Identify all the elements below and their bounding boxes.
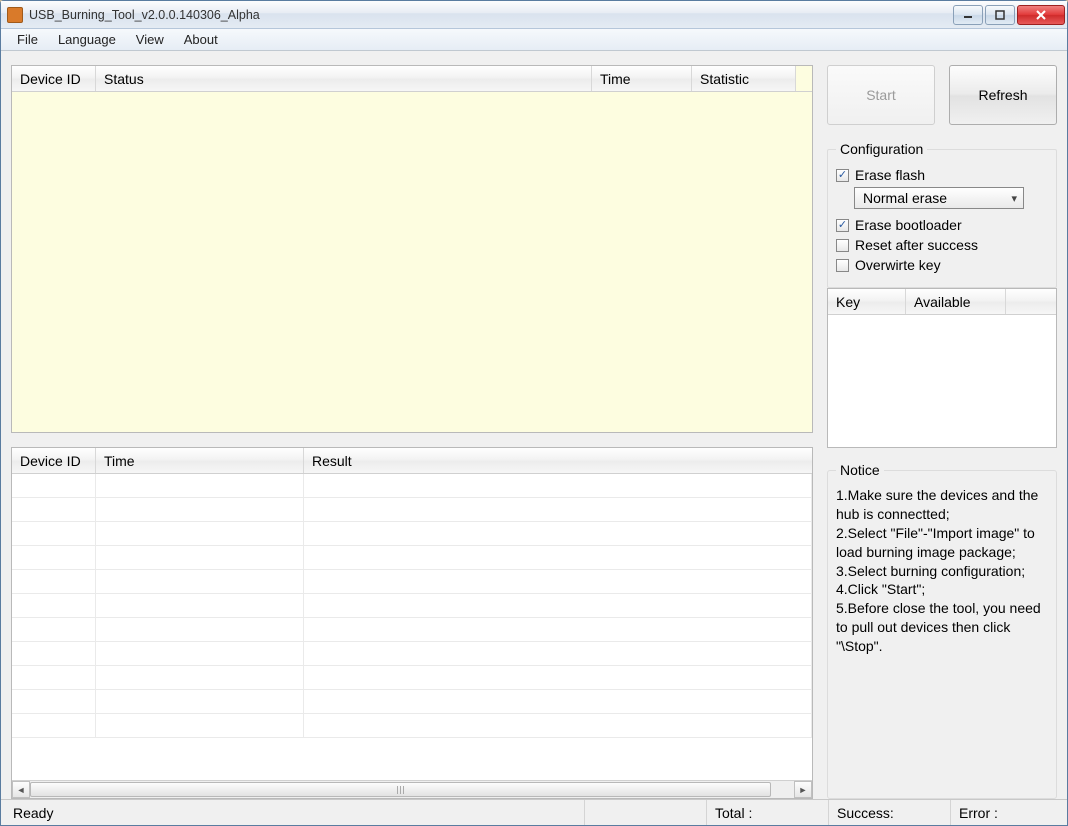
table-row [12, 714, 812, 738]
result-header: Device ID Time Result [12, 448, 812, 474]
key-table-header: Key Available [828, 289, 1056, 315]
erase-mode-combo[interactable]: Normal erase [854, 187, 1024, 209]
device-status-header: Device ID Status Time Statistic [12, 66, 812, 92]
statusbar: Ready Total : Success: Error : [1, 799, 1067, 825]
menu-file[interactable]: File [7, 30, 48, 49]
table-row [12, 546, 812, 570]
table-row [12, 690, 812, 714]
app-icon [7, 7, 23, 23]
table-row [12, 498, 812, 522]
device-status-table: Device ID Status Time Statistic [11, 65, 813, 433]
content-area: Device ID Status Time Statistic Device I… [1, 51, 1067, 799]
scroll-left-arrow-icon[interactable]: ◄ [12, 781, 30, 798]
notice-text: 1.Make sure the devices and the hub is c… [836, 486, 1048, 656]
status-total: Total : [707, 800, 829, 825]
col-key-spacer [1006, 289, 1056, 314]
notice-legend: Notice [836, 462, 884, 478]
menu-view[interactable]: View [126, 30, 174, 49]
scroll-thumb[interactable] [30, 782, 771, 797]
table-row [12, 642, 812, 666]
col-result-device-id[interactable]: Device ID [12, 448, 96, 473]
status-error: Error : [951, 800, 1063, 825]
maximize-icon [995, 10, 1005, 20]
overwrite-key-checkbox[interactable] [836, 259, 849, 272]
notice-group: Notice 1.Make sure the devices and the h… [827, 462, 1057, 799]
menu-about[interactable]: About [174, 30, 228, 49]
col-spacer [796, 66, 812, 91]
horizontal-scrollbar[interactable]: ◄ ► [12, 780, 812, 798]
col-time[interactable]: Time [592, 66, 692, 91]
minimize-icon [963, 10, 973, 20]
table-row [12, 666, 812, 690]
col-statistic[interactable]: Statistic [692, 66, 796, 91]
configuration-legend: Configuration [836, 141, 927, 157]
menubar: File Language View About [1, 29, 1067, 51]
table-row [12, 522, 812, 546]
col-result-time[interactable]: Time [96, 448, 304, 473]
col-result-result[interactable]: Result [304, 448, 812, 473]
reset-after-label: Reset after success [855, 237, 978, 253]
start-button[interactable]: Start [827, 65, 935, 125]
reset-after-checkbox[interactable] [836, 239, 849, 252]
erase-bootloader-label: Erase bootloader [855, 217, 962, 233]
close-button[interactable] [1017, 5, 1065, 25]
right-column: Start Refresh Configuration Erase flash … [827, 65, 1057, 799]
erase-bootloader-checkbox[interactable] [836, 219, 849, 232]
titlebar[interactable]: USB_Burning_Tool_v2.0.0.140306_Alpha [1, 1, 1067, 29]
col-available[interactable]: Available [906, 289, 1006, 314]
table-row [12, 594, 812, 618]
status-ready: Ready [5, 800, 585, 825]
key-table: Key Available [827, 288, 1057, 448]
erase-flash-label: Erase flash [855, 167, 925, 183]
overwrite-key-label: Overwirte key [855, 257, 941, 273]
result-table: Device ID Time Result [11, 447, 813, 799]
table-row [12, 474, 812, 498]
key-table-body[interactable] [828, 315, 1056, 447]
table-row [12, 618, 812, 642]
scroll-track[interactable] [30, 781, 794, 798]
col-device-id[interactable]: Device ID [12, 66, 96, 91]
status-success: Success: [829, 800, 951, 825]
window-title: USB_Burning_Tool_v2.0.0.140306_Alpha [29, 8, 953, 22]
configuration-group: Configuration Erase flash Normal erase E… [827, 141, 1057, 288]
scroll-right-arrow-icon[interactable]: ► [794, 781, 812, 798]
left-column: Device ID Status Time Statistic Device I… [11, 65, 813, 799]
app-window: USB_Burning_Tool_v2.0.0.140306_Alpha Fil… [0, 0, 1068, 826]
minimize-button[interactable] [953, 5, 983, 25]
col-status[interactable]: Status [96, 66, 592, 91]
erase-flash-checkbox[interactable] [836, 169, 849, 182]
col-key[interactable]: Key [828, 289, 906, 314]
erase-mode-selected: Normal erase [863, 190, 947, 206]
status-blank [585, 800, 707, 825]
close-icon [1035, 10, 1047, 20]
result-body[interactable] [12, 474, 812, 780]
maximize-button[interactable] [985, 5, 1015, 25]
menu-language[interactable]: Language [48, 30, 126, 49]
table-row [12, 570, 812, 594]
device-status-body[interactable] [12, 92, 812, 432]
refresh-button[interactable]: Refresh [949, 65, 1057, 125]
